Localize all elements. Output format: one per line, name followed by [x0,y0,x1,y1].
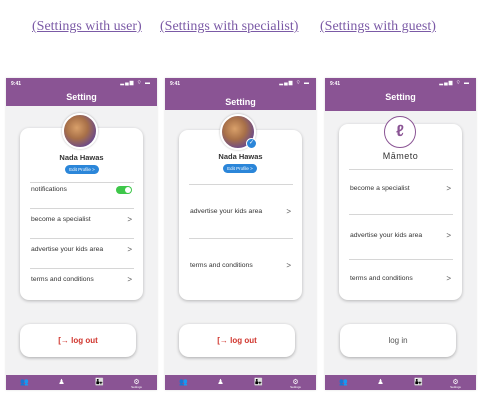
people-icon: 👥 [20,379,29,386]
tab-settings[interactable]: ⚙ Settings [437,375,474,390]
row-label: terms and conditions [190,262,253,269]
people-icon: 👥 [179,379,188,386]
row-label: advertise your kids area [350,232,423,239]
tab-bar: 👥 ♟ 👨‍👧 ⚙ Settings [165,375,316,390]
edit-profile-button[interactable]: Edit Profile > [223,164,257,173]
tab-label: Settings [131,385,142,389]
link-settings-with-specialist[interactable]: (Settings with specialist) [160,19,298,35]
row-advertise-kids-area[interactable]: advertise your kids area > [189,184,293,233]
verified-badge-icon: ✓ [246,138,257,149]
tab-bar: 👥 ♟ 👨‍👧 ⚙ Settings [325,375,476,390]
chevron-right-icon: > [286,207,291,216]
people-icon: 👥 [339,379,348,386]
mameto-logo-icon: ℓ [384,116,416,148]
chevron-right-icon: > [127,275,132,284]
status-icons: ▂▄▆ ⌔ ▬ [279,80,310,86]
phone-specialist: 9:41 ▂▄▆ ⌔ ▬ Setting Nada Hawas Edit Pro… [165,78,316,390]
settings-card: ℓ Māmeto become a specialist > advertise… [339,116,462,300]
row-label: advertise your kids area [190,208,263,215]
row-terms-and-conditions[interactable]: terms and conditions > [30,268,134,293]
chevron-right-icon: > [127,215,132,224]
page-title: Setting [385,92,416,102]
phone-header: 9:41 ▂▄▆ ⌔ ▬ Setting [325,78,476,111]
row-label: terms and conditions [350,275,413,282]
chevron-right-icon: > [446,274,451,283]
row-label: become a specialist [31,216,91,223]
chevron-right-icon: > [127,245,132,254]
family-icon: 👨‍👧 [414,379,423,386]
row-label: advertise your kids area [31,246,104,253]
tab-specialist[interactable]: ♟ [202,375,239,390]
tab-family[interactable]: 👨‍👧 [81,375,118,390]
phone-guest: 9:41 ▂▄▆ ⌔ ▬ Setting ℓ Māmeto become a s… [325,78,476,390]
tab-specialist[interactable]: ♟ [43,375,80,390]
status-icons: ▂▄▆ ⌔ ▬ [439,80,470,86]
row-terms-and-conditions[interactable]: terms and conditions > [349,259,453,294]
avatar[interactable] [62,113,98,149]
tab-community[interactable]: 👥 [165,375,202,390]
person-icon: ♟ [58,379,65,386]
settings-card: Nada Hawas Edit Profile > advertise your… [179,130,302,300]
row-notifications: notifications [30,182,134,197]
row-become-specialist[interactable]: become a specialist > [30,208,134,233]
phone-header: 9:41 ▂▄▆ ⌔ ▬ Setting [6,78,157,106]
row-label: terms and conditions [31,276,94,283]
family-icon: 👨‍👧 [254,379,263,386]
tab-settings[interactable]: ⚙ Settings [118,375,155,390]
brand-name: Māmeto [382,151,419,161]
status-time: 9:41 [330,81,341,87]
settings-card: Nada Hawas Edit Profile > notifications … [20,128,143,300]
row-label: become a specialist [350,185,410,192]
user-name: Nada Hawas [218,152,263,161]
tab-family[interactable]: 👨‍👧 [400,375,437,390]
link-settings-with-user[interactable]: (Settings with user) [32,19,142,35]
status-time: 9:41 [170,81,181,87]
phone-header: 9:41 ▂▄▆ ⌔ ▬ Setting [165,78,316,110]
tab-specialist[interactable]: ♟ [362,375,399,390]
row-label: notifications [31,186,67,193]
person-icon: ♟ [377,379,384,386]
top-links: (Settings with user) (Settings with spec… [0,19,480,39]
phone-user: 9:41 ▂▄▆ ⌔ ▬ Setting Nada Hawas Edit Pro… [6,78,157,390]
chevron-right-icon: > [446,184,451,193]
link-settings-with-guest[interactable]: (Settings with guest) [320,19,436,35]
logout-button[interactable]: [→ log out [20,324,136,357]
chevron-right-icon: > [446,231,451,240]
page-title: Setting [225,97,256,107]
tab-label: Settings [290,385,301,389]
tab-bar: 👥 ♟ 👨‍👧 ⚙ Settings [6,375,157,390]
row-become-specialist[interactable]: become a specialist > [349,169,453,210]
tab-label: Settings [450,385,461,389]
user-name: Nada Hawas [59,153,104,162]
tab-community[interactable]: 👥 [325,375,362,390]
toggle-knob [125,187,131,193]
status-icons: ▂▄▆ ⌔ ▬ [120,80,151,86]
login-button[interactable]: log in [340,324,456,357]
chevron-right-icon: > [286,261,291,270]
person-icon: ♟ [217,379,224,386]
page-title: Setting [66,92,97,102]
notifications-toggle[interactable] [116,186,132,194]
tab-community[interactable]: 👥 [6,375,43,390]
row-advertise-kids-area[interactable]: advertise your kids area > [30,238,134,263]
edit-profile-button[interactable]: Edit Profile > [65,165,99,174]
tab-family[interactable]: 👨‍👧 [240,375,277,390]
tab-settings[interactable]: ⚙ Settings [277,375,314,390]
family-icon: 👨‍👧 [95,379,104,386]
logout-button[interactable]: [→ log out [179,324,295,357]
status-time: 9:41 [11,81,22,87]
row-terms-and-conditions[interactable]: terms and conditions > [189,238,293,287]
row-advertise-kids-area[interactable]: advertise your kids area > [349,214,453,255]
